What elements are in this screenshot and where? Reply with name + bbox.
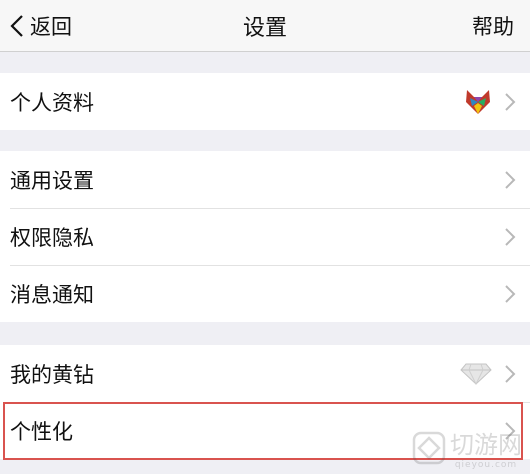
settings-item-yellow-diamond[interactable]: 我的黄钻: [0, 345, 530, 402]
chevron-right-icon: [505, 421, 516, 440]
settings-item-general[interactable]: 通用设置: [0, 151, 530, 208]
chevron-right-icon: [505, 227, 516, 246]
settings-item-personalization[interactable]: 个性化: [0, 402, 530, 459]
chevron-right-icon: [505, 284, 516, 303]
page-title: 设置: [242, 16, 287, 41]
settings-item-privacy[interactable]: 权限隐私: [0, 208, 530, 265]
watermark-subtext: qieyou.com: [454, 460, 518, 470]
help-button[interactable]: 帮助: [472, 0, 514, 52]
back-button[interactable]: 返回: [10, 0, 72, 52]
settings-item-notifications[interactable]: 消息通知: [0, 265, 530, 322]
nav-bar: 返回 设置 帮助: [0, 0, 530, 52]
settings-group-general: 通用设置 权限隐私 消息通知: [0, 151, 530, 322]
settings-item-label: 个性化: [10, 419, 73, 444]
fox-avatar-icon: [466, 89, 490, 114]
settings-item-label: 我的黄钻: [10, 362, 94, 387]
settings-item-label: 个人资料: [10, 90, 94, 115]
settings-group-profile: 个人资料: [0, 73, 530, 130]
chevron-right-icon: [505, 92, 516, 111]
back-label: 返回: [30, 15, 72, 39]
chevron-right-icon: [505, 364, 516, 383]
chevron-right-icon: [505, 170, 516, 189]
settings-item-label: 权限隐私: [10, 225, 94, 250]
settings-item-label: 通用设置: [10, 168, 94, 193]
chevron-left-icon: [10, 15, 23, 37]
settings-item-profile[interactable]: 个人资料: [0, 73, 530, 130]
settings-item-label: 消息通知: [10, 282, 94, 307]
diamond-icon: [460, 363, 492, 385]
settings-group-personal: 我的黄钻 个性化: [0, 345, 530, 459]
